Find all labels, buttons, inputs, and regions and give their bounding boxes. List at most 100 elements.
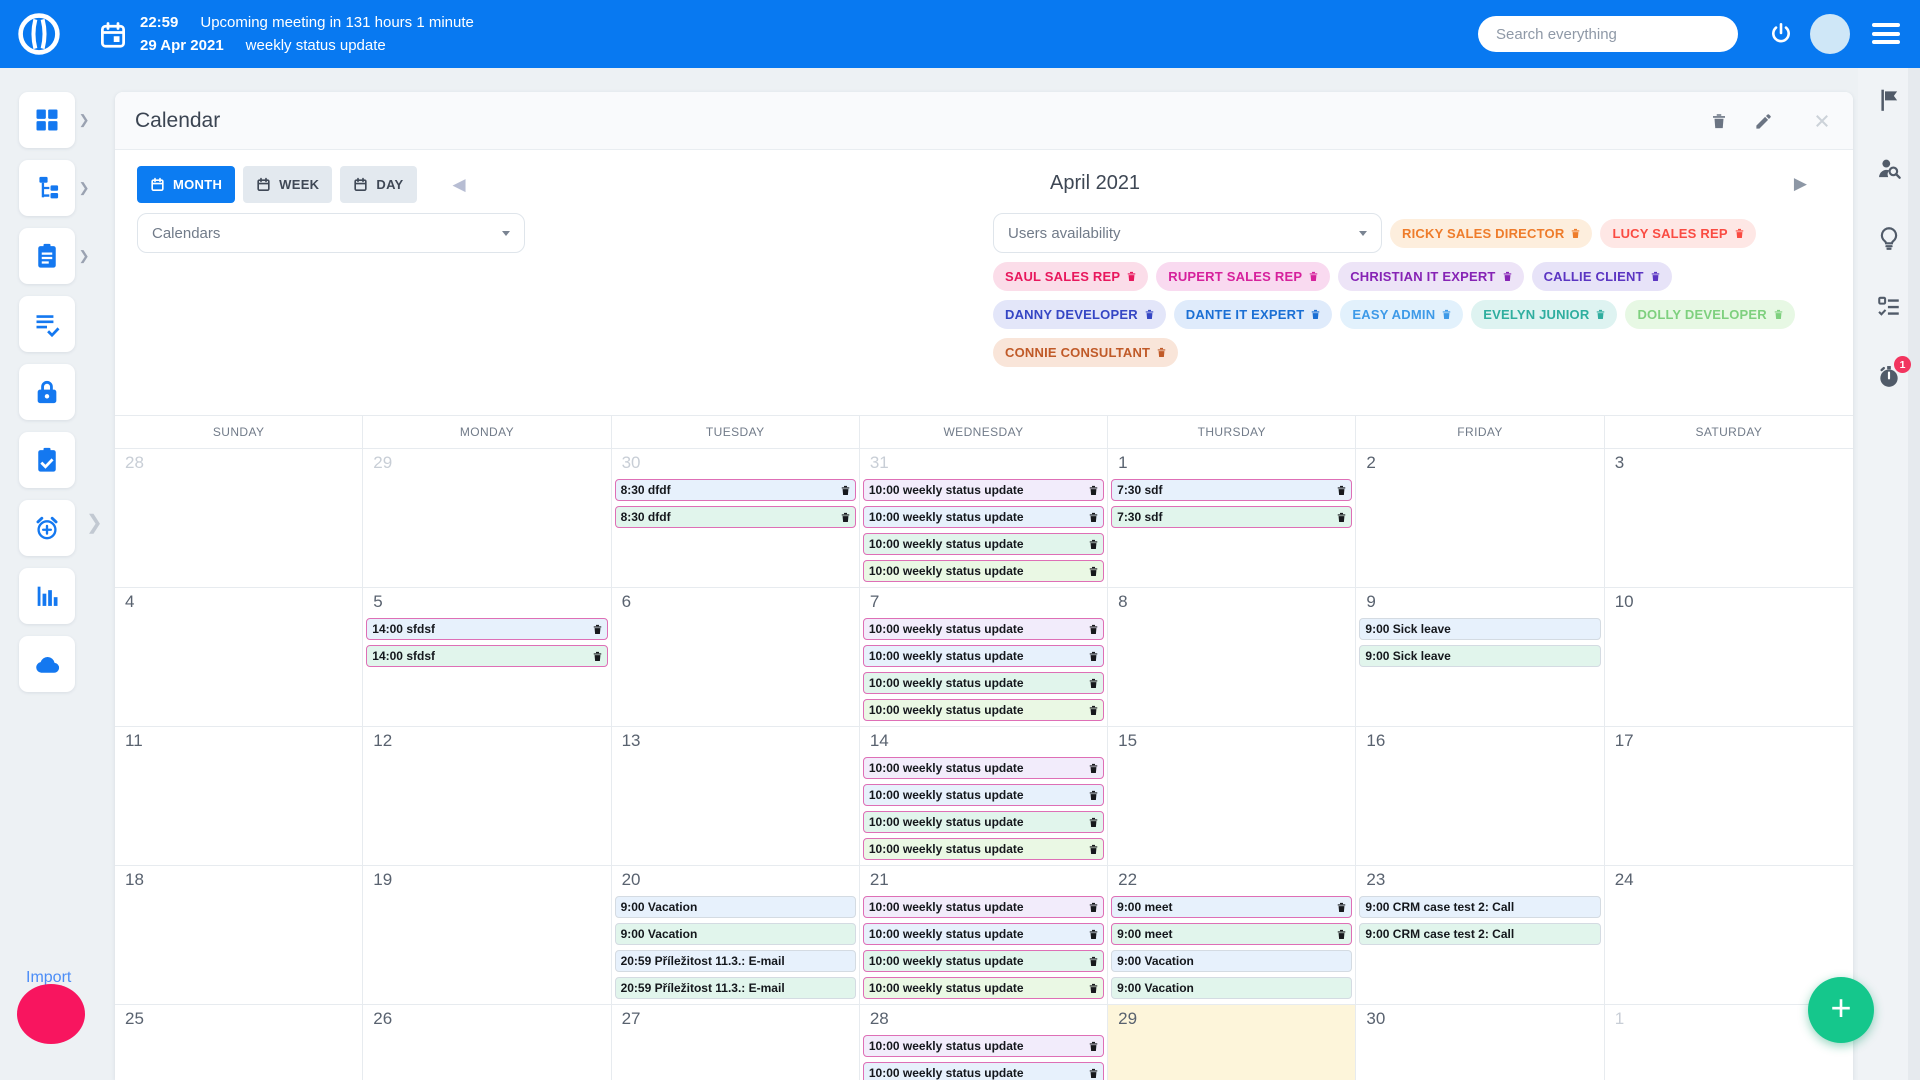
sidebar-item-bar-chart[interactable] bbox=[19, 568, 75, 624]
trash-icon[interactable] bbox=[1145, 309, 1154, 320]
trash-icon[interactable] bbox=[1089, 983, 1098, 994]
trash-icon[interactable] bbox=[1596, 309, 1605, 320]
user-avatar[interactable] bbox=[1810, 14, 1850, 54]
calendar-event[interactable]: 9:00 Vacation bbox=[615, 923, 856, 945]
day-cell[interactable]: 29 bbox=[363, 449, 611, 588]
day-cell[interactable]: 10 bbox=[1605, 588, 1853, 727]
trash-icon[interactable] bbox=[1089, 844, 1098, 855]
upcoming-meeting-banner[interactable]: 22:59Upcoming meeting in 131 hours 1 min… bbox=[140, 11, 474, 57]
scrollbar[interactable] bbox=[1908, 68, 1920, 1080]
search-input[interactable] bbox=[1478, 16, 1738, 52]
calendar-event[interactable]: 10:00 weekly status update bbox=[863, 923, 1104, 945]
calendar-event[interactable]: 10:00 weekly status update bbox=[863, 533, 1104, 555]
day-cell[interactable]: 2810:00 weekly status update10:00 weekly… bbox=[860, 1005, 1108, 1080]
day-cell[interactable]: 26 bbox=[363, 1005, 611, 1080]
day-cell[interactable]: 514:00 sfdsf14:00 sfdsf bbox=[363, 588, 611, 727]
rail-item-user-search[interactable] bbox=[1876, 156, 1902, 187]
availability-tag[interactable]: DOLLY DEVELOPER bbox=[1625, 300, 1794, 329]
day-cell[interactable]: 13 bbox=[612, 727, 860, 866]
day-cell[interactable]: 239:00 CRM case test 2: Call9:00 CRM cas… bbox=[1356, 866, 1604, 1005]
calendar-event[interactable]: 14:00 sfdsf bbox=[366, 645, 607, 667]
trash-icon[interactable] bbox=[1089, 539, 1098, 550]
trash-icon[interactable] bbox=[1089, 512, 1098, 523]
sidebar-expand-icon[interactable]: ❯ bbox=[86, 510, 103, 535]
view-button-day[interactable]: DAY bbox=[340, 166, 416, 203]
calendar-event[interactable]: 7:30 sdf bbox=[1111, 479, 1352, 501]
sidebar-item-lock[interactable] bbox=[19, 364, 75, 420]
availability-tag[interactable]: CHRISTIAN IT EXPERT bbox=[1338, 262, 1523, 291]
users-availability-select[interactable]: Users availability bbox=[993, 213, 1382, 253]
day-cell[interactable]: 3 bbox=[1605, 449, 1853, 588]
calendar-event[interactable]: 10:00 weekly status update bbox=[863, 506, 1104, 528]
day-cell[interactable]: 8 bbox=[1108, 588, 1356, 727]
sidebar-item-hierarchy[interactable]: ❯ bbox=[19, 160, 75, 216]
day-cell[interactable]: 28 bbox=[115, 449, 363, 588]
trash-icon[interactable] bbox=[1089, 705, 1098, 716]
day-cell[interactable]: 19 bbox=[363, 866, 611, 1005]
calendar-event[interactable]: 9:00 Vacation bbox=[1111, 950, 1352, 972]
day-cell[interactable]: 11 bbox=[115, 727, 363, 866]
app-logo-icon[interactable] bbox=[16, 11, 62, 57]
calendar-event[interactable]: 8:30 dfdf bbox=[615, 506, 856, 528]
calendar-event[interactable]: 10:00 weekly status update bbox=[863, 479, 1104, 501]
calendar-event[interactable]: 9:00 Vacation bbox=[1111, 977, 1352, 999]
day-cell[interactable]: 4 bbox=[115, 588, 363, 727]
trash-icon[interactable] bbox=[1337, 902, 1346, 913]
availability-tag[interactable]: RICKY SALES DIRECTOR bbox=[1390, 219, 1592, 248]
chevron-right-icon[interactable]: ❯ bbox=[79, 112, 90, 128]
trash-icon[interactable] bbox=[1442, 309, 1451, 320]
availability-tag[interactable]: CONNIE CONSULTANT bbox=[993, 338, 1178, 367]
day-cell[interactable]: 2 bbox=[1356, 449, 1604, 588]
day-cell[interactable]: 229:00 meet9:00 meet9:00 Vacation9:00 Va… bbox=[1108, 866, 1356, 1005]
trash-icon[interactable] bbox=[1089, 1041, 1098, 1052]
prev-month-icon[interactable]: ◀ bbox=[453, 175, 466, 195]
trash-icon[interactable] bbox=[1735, 228, 1744, 239]
trash-icon[interactable] bbox=[841, 512, 850, 523]
trash-icon[interactable] bbox=[1503, 271, 1512, 282]
calendar-event[interactable]: 9:00 CRM case test 2: Call bbox=[1359, 896, 1600, 918]
day-cell[interactable]: 16 bbox=[1356, 727, 1604, 866]
day-cell[interactable]: 710:00 weekly status update10:00 weekly … bbox=[860, 588, 1108, 727]
trash-icon[interactable] bbox=[1089, 929, 1098, 940]
availability-tag[interactable]: SAUL SALES REP bbox=[993, 262, 1148, 291]
sidebar-item-alarm-plus[interactable] bbox=[19, 500, 75, 556]
calendar-event[interactable]: 10:00 weekly status update bbox=[863, 838, 1104, 860]
day-cell[interactable]: 12 bbox=[363, 727, 611, 866]
trash-icon[interactable] bbox=[1157, 347, 1166, 358]
calendar-event[interactable]: 10:00 weekly status update bbox=[863, 1035, 1104, 1057]
availability-tag[interactable]: LUCY SALES REP bbox=[1600, 219, 1755, 248]
day-cell[interactable]: 18 bbox=[115, 866, 363, 1005]
availability-tag[interactable]: DANNY DEVELOPER bbox=[993, 300, 1166, 329]
sidebar-item-clipboard-list[interactable]: ❯ bbox=[19, 228, 75, 284]
day-cell[interactable]: 29 bbox=[1108, 1005, 1356, 1080]
calendar-event[interactable]: 9:00 Sick leave bbox=[1359, 645, 1600, 667]
trash-icon[interactable] bbox=[1089, 624, 1098, 635]
calendar-event[interactable]: 10:00 weekly status update bbox=[863, 811, 1104, 833]
trash-icon[interactable] bbox=[1089, 1068, 1098, 1079]
trash-icon[interactable] bbox=[593, 624, 602, 635]
trash-icon[interactable] bbox=[841, 485, 850, 496]
trash-icon[interactable] bbox=[1311, 309, 1320, 320]
day-cell[interactable]: 3110:00 weekly status update10:00 weekly… bbox=[860, 449, 1108, 588]
trash-icon[interactable] bbox=[1337, 929, 1346, 940]
calendar-event[interactable]: 9:00 meet bbox=[1111, 896, 1352, 918]
day-cell[interactable]: 25 bbox=[115, 1005, 363, 1080]
trash-icon[interactable] bbox=[1127, 271, 1136, 282]
trash-icon[interactable] bbox=[1089, 790, 1098, 801]
rail-item-flag[interactable] bbox=[1876, 87, 1902, 118]
sidebar-item-clipboard-check[interactable] bbox=[19, 432, 75, 488]
view-button-month[interactable]: MONTH bbox=[137, 166, 235, 203]
sidebar-item-dashboard[interactable]: ❯ bbox=[19, 92, 75, 148]
calendar-event[interactable]: 10:00 weekly status update bbox=[863, 645, 1104, 667]
rail-item-timer[interactable]: 1 bbox=[1876, 363, 1902, 394]
chevron-right-icon[interactable]: ❯ bbox=[79, 180, 90, 196]
edit-icon[interactable] bbox=[1754, 112, 1773, 131]
day-cell[interactable]: 209:00 Vacation9:00 Vacation20:59 Přílež… bbox=[612, 866, 860, 1005]
add-button[interactable]: + bbox=[1808, 977, 1874, 1043]
calendar-event[interactable]: 10:00 weekly status update bbox=[863, 757, 1104, 779]
day-cell[interactable]: 308:30 dfdf8:30 dfdf bbox=[612, 449, 860, 588]
close-icon[interactable] bbox=[1813, 112, 1831, 130]
trash-icon[interactable] bbox=[1089, 651, 1098, 662]
day-cell[interactable]: 1410:00 weekly status update10:00 weekly… bbox=[860, 727, 1108, 866]
availability-tag[interactable]: CALLIE CLIENT bbox=[1532, 262, 1672, 291]
